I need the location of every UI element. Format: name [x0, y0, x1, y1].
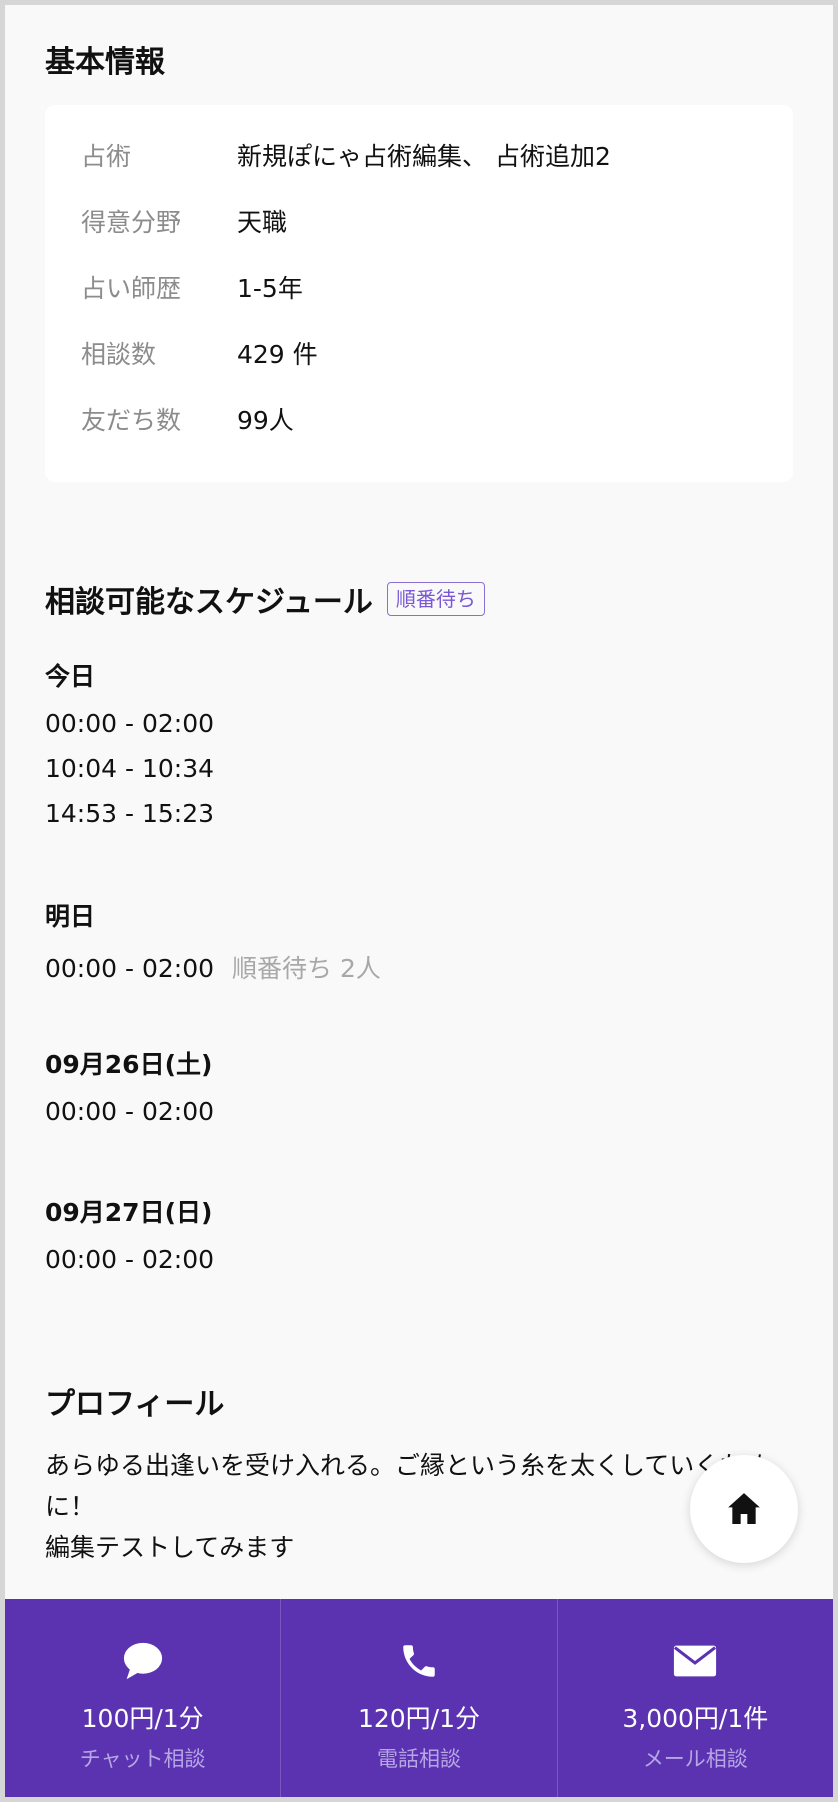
day-label: 今日 — [45, 662, 96, 691]
time-slot: 10:04 - 10:34 — [45, 754, 214, 783]
basic-info-section: 基本情報 占術 新規ぽにゃ占術編集、 占術追加2 得意分野 天職 占い師歴 1-… — [45, 37, 793, 482]
time-slot: 00:00 - 02:00 — [45, 1097, 214, 1126]
info-value: 99人 — [237, 406, 294, 435]
phone-price: 120円/1分 — [357, 1704, 481, 1733]
info-value: 新規ぽにゃ占術編集、 占術追加2 — [237, 142, 611, 171]
chat-label: チャット相談 — [79, 1747, 206, 1771]
day-label: 09月27日(日) — [45, 1198, 213, 1227]
info-label: 友だち数 — [81, 406, 182, 435]
info-row-career: 占い師歴 1-5年 — [81, 267, 773, 307]
profile-section: プロフィール あらゆる出逢いを受け入れる。ご縁という糸を太くしていくために！ 編… — [45, 1379, 793, 1568]
info-label: 占術 — [81, 142, 132, 171]
slot-wait-count: 順番待ち 2人 — [232, 954, 381, 983]
info-value: 429 件 — [237, 340, 318, 369]
slot-time: 14:53 - 15:23 — [45, 799, 215, 828]
info-row-specialty: 得意分野 天職 — [81, 201, 773, 241]
schedule-heading: 相談可能なスケジュール — [45, 585, 373, 620]
slot-time: 00:00 - 02:00 — [45, 1097, 215, 1126]
schedule-day-tomorrow: 明日 00:00 - 02:00 順番待ち 2人 — [45, 897, 381, 985]
schedule-title-row: 相談可能なスケジュール 順番待ち — [45, 577, 793, 621]
consultation-bar: 100円/1分 チャット相談 120円/1分 電話相談 3,000円/1件 メー… — [5, 1599, 833, 1797]
profile-text: あらゆる出逢いを受け入れる。ご縁という糸を太くしていくために！ 編集テストしてみ… — [45, 1445, 793, 1568]
profile-line: 編集テストしてみます — [45, 1533, 295, 1562]
slot-time: 10:04 - 10:34 — [45, 754, 215, 783]
slot-time: 00:00 - 02:00 — [45, 954, 215, 983]
phone-icon — [398, 1639, 440, 1683]
chat-price: 100円/1分 — [81, 1704, 204, 1733]
home-button[interactable] — [690, 1455, 798, 1563]
day-label: 09月26日(土) — [45, 1050, 213, 1079]
info-value: 1-5年 — [237, 274, 303, 303]
slot-time: 00:00 - 02:00 — [45, 1245, 215, 1274]
info-label: 占い師歴 — [81, 274, 182, 303]
schedule-day-0927: 09月27日(日) 00:00 - 02:00 — [45, 1193, 214, 1274]
schedule-day-0926: 09月26日(土) 00:00 - 02:00 — [45, 1045, 214, 1126]
time-slot: 00:00 - 02:00 順番待ち 2人 — [45, 949, 381, 985]
mail-label: メール相談 — [642, 1747, 748, 1771]
info-row-consultations: 相談数 429 件 — [81, 333, 773, 373]
slot-time: 00:00 - 02:00 — [45, 709, 215, 738]
mail-price: 3,000円/1件 — [622, 1704, 769, 1733]
chat-bubble-icon — [121, 1639, 165, 1683]
waiting-badge: 順番待ち — [386, 582, 485, 616]
mail-icon — [672, 1639, 718, 1683]
profile-line: あらゆる出逢いを受け入れる。ご縁という糸を太くしていくために！ — [45, 1451, 770, 1521]
time-slot: 14:53 - 15:23 — [45, 799, 214, 828]
schedule-section: 相談可能なスケジュール 順番待ち 今日 00:00 - 02:00 10:04 … — [45, 577, 793, 1274]
home-icon — [728, 1493, 760, 1524]
info-row-friends: 友だち数 99人 — [81, 399, 773, 439]
schedule-day-today: 今日 00:00 - 02:00 10:04 - 10:34 14:53 - 1… — [45, 657, 214, 828]
day-label: 明日 — [45, 902, 96, 931]
info-row-divination: 占術 新規ぽにゃ占術編集、 占術追加2 — [81, 135, 773, 175]
info-label: 得意分野 — [81, 208, 182, 237]
info-label: 相談数 — [81, 340, 157, 369]
chat-consult-button[interactable]: 100円/1分 チャット相談 — [5, 1599, 282, 1797]
info-value: 天職 — [237, 208, 288, 237]
profile-heading: プロフィール — [45, 1387, 225, 1422]
basic-info-card: 占術 新規ぽにゃ占術編集、 占術追加2 得意分野 天職 占い師歴 1-5年 相談… — [45, 105, 793, 482]
app-screen: 基本情報 占術 新規ぽにゃ占術編集、 占術追加2 得意分野 天職 占い師歴 1-… — [5, 5, 833, 1797]
phone-consult-button[interactable]: 120円/1分 電話相談 — [281, 1599, 558, 1797]
phone-label: 電話相談 — [376, 1747, 461, 1771]
time-slot: 00:00 - 02:00 — [45, 1245, 214, 1274]
time-slot: 00:00 - 02:00 — [45, 709, 214, 738]
basic-info-heading: 基本情報 — [45, 45, 165, 80]
mail-consult-button[interactable]: 3,000円/1件 メール相談 — [558, 1599, 833, 1797]
